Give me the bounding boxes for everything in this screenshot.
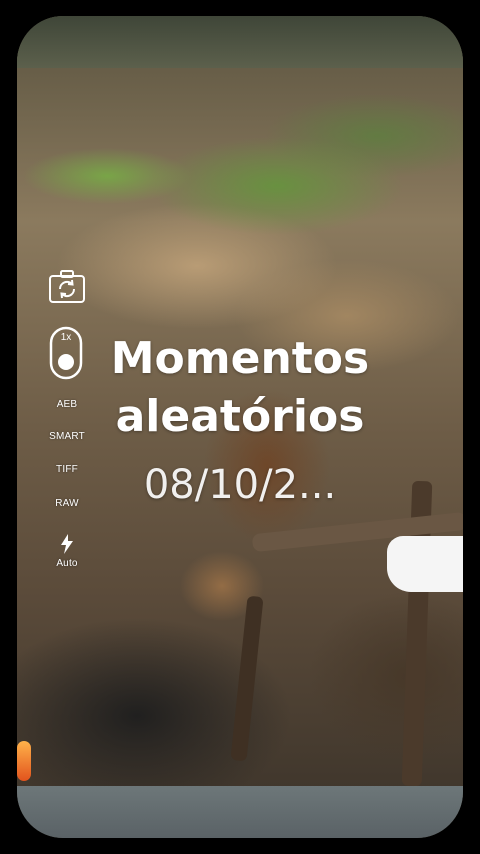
white-object <box>387 536 463 592</box>
bottom-bar <box>17 786 463 838</box>
flash-label: Auto <box>56 558 78 569</box>
overlay-date: 08/10/2... <box>143 462 337 508</box>
top-bar <box>17 16 463 68</box>
camera-switch-icon[interactable] <box>48 268 86 306</box>
flash-button[interactable]: Auto <box>27 534 107 574</box>
flash-icon <box>61 534 73 554</box>
fire-glow <box>17 741 31 781</box>
overlay-title: Momentos aleatórios <box>110 333 370 442</box>
